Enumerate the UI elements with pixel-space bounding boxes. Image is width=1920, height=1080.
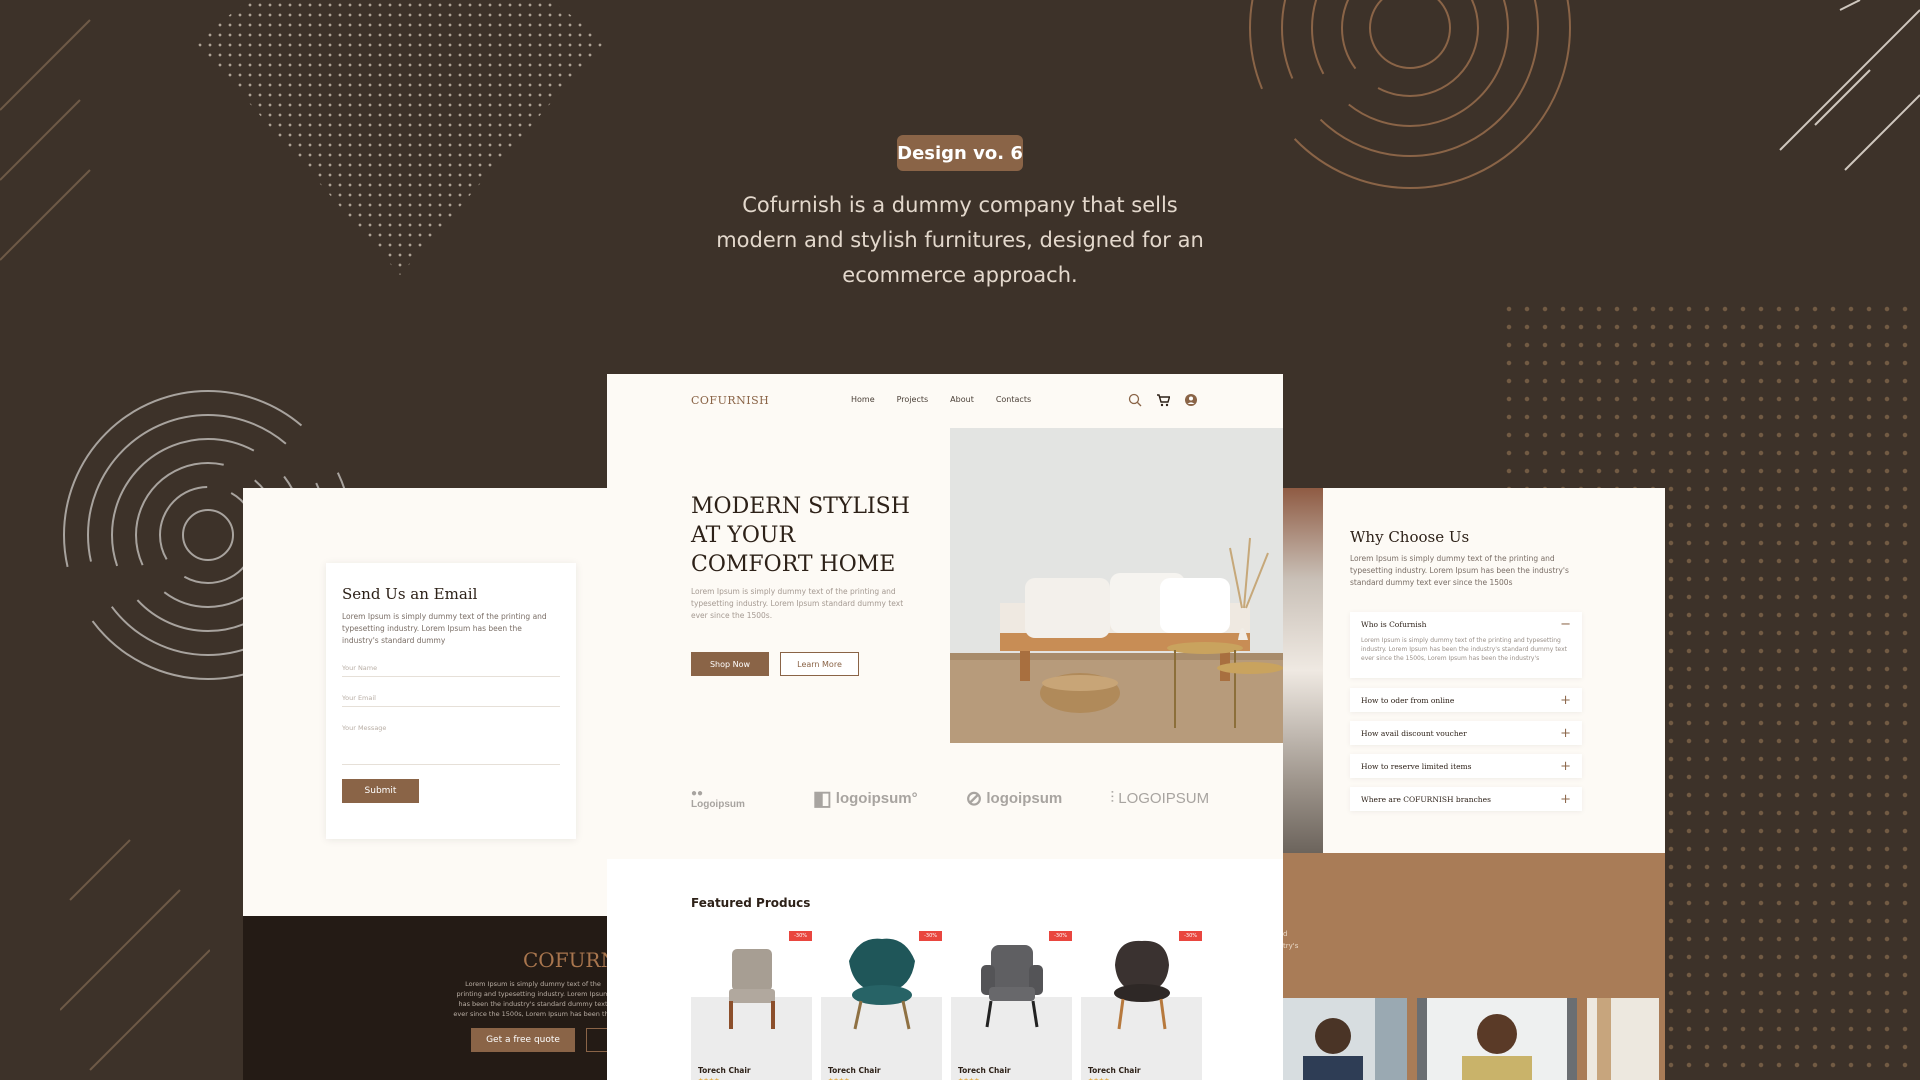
email-field[interactable]: Your Email [342, 691, 560, 707]
dot-pattern-diamond [195, 0, 605, 275]
nav-icons [1126, 391, 1200, 409]
brand-logo[interactable]: COFURNISH [691, 394, 769, 407]
sale-badge: -30% [1049, 931, 1072, 941]
brand-logo-2: ◧ logoipsum° [812, 788, 918, 810]
product-name: Torech Chair [1088, 1066, 1141, 1075]
footer-logo: COFURN [523, 948, 608, 972]
diagonal-lines-bottom-icon [60, 839, 210, 1071]
email-form-card: Send Us an Email Lorem Ipsum is simply d… [326, 563, 576, 839]
minus-icon[interactable]: − [1560, 617, 1571, 632]
chair-image [981, 945, 1043, 1028]
tagline: Cofurnish is a dummy company that sells … [716, 193, 1204, 287]
diagonal-lines-right-icon [1779, 0, 1920, 171]
faq-question: How avail discount voucher [1361, 728, 1467, 738]
nav-projects[interactable]: Projects [897, 395, 929, 404]
team-photo-1 [1283, 998, 1407, 1080]
sale-badge: -30% [1179, 931, 1202, 941]
featured-products-section: Featured Producs -30% Torech Chair ★★★★ [607, 859, 1283, 1080]
hero-subtitle: Lorem Ipsum is simply dummy text of the … [691, 587, 904, 620]
chair-image [849, 938, 915, 1030]
product-name: Torech Chair [698, 1066, 751, 1075]
faq-item-open[interactable]: Who is Cofurnish − Lorem Ipsum is simply … [1350, 612, 1582, 678]
name-field[interactable]: Your Name [342, 661, 560, 677]
product-card[interactable]: -30% Torech Chair ★★★★ [951, 931, 1072, 1080]
hero-sofa-image [950, 428, 1283, 743]
faq-question: Where are COFURNISH branches [1361, 794, 1491, 804]
product-name: Torech Chair [828, 1066, 881, 1075]
diagonal-lines-left-icon [0, 19, 91, 261]
brand-logo-4: ⫶ LOGOIPSUM [1110, 789, 1210, 808]
brand-logo-3: ⊘ logoipsum [965, 788, 1063, 810]
faq-item[interactable]: Where are COFURNISH branches + [1350, 787, 1582, 811]
product-card[interactable]: -30% Torech Chair ★★★★ [1081, 931, 1202, 1080]
footer: COFURN Lorem Ipsum is simply dummy text … [243, 916, 608, 1080]
faq-question: How to oder from online [1361, 695, 1455, 705]
faq-question: Who is Cofurnish [1361, 619, 1427, 629]
product-card[interactable]: -30% Torech Chair ★★★★ [821, 931, 942, 1080]
team-photos [1283, 998, 1659, 1080]
chair-image [729, 949, 775, 1029]
why-choose-text: Lorem Ipsum is simply dummy text of the … [1350, 554, 1569, 587]
nav-about[interactable]: About [950, 395, 974, 404]
product-card[interactable]: -30% Torech Chair ★★★★ [691, 931, 812, 1080]
shop-now-button[interactable]: Shop Now [691, 652, 769, 676]
nav-contacts[interactable]: Contacts [996, 395, 1031, 404]
faq-section: Why Choose Us Lorem Ipsum is simply dumm… [1283, 488, 1665, 853]
search-icon[interactable] [1126, 391, 1144, 409]
concentric-circles-top-icon [1249, 0, 1571, 189]
presentation-canvas: Design vo. 6 Cofurnish is a dummy compan… [0, 0, 1920, 1080]
message-field[interactable]: Your Message [342, 721, 560, 765]
plus-icon[interactable]: + [1560, 726, 1571, 741]
email-form-text: Lorem Ipsum is simply dummy text of the … [342, 612, 547, 645]
why-choose-title: Why Choose Us [1350, 528, 1470, 546]
team-photo-2 [1417, 998, 1577, 1080]
sale-badge: -30% [919, 931, 942, 941]
chair-image [1114, 940, 1170, 1030]
faq-answer: Lorem Ipsum is simply dummy text of the … [1361, 637, 1568, 662]
sale-badge: -30% [789, 931, 812, 941]
get-quote-button[interactable]: Get a free quote [471, 1028, 575, 1052]
user-icon[interactable] [1182, 391, 1200, 409]
cart-icon[interactable] [1154, 391, 1172, 409]
footer-text: Lorem Ipsum is simply dummy text of the … [453, 980, 608, 1018]
brand-logos: ●● Logoipsum ◧ logoipsum° ⊘ logoipsum ⫶ LOGO… [691, 786, 1209, 811]
homepage-mockup: COFURNISH Home Projects About Contacts M… [607, 374, 1283, 1080]
product-grid: -30% Torech Chair ★★★★ -30% Torech Chair… [691, 931, 1202, 1080]
faq-item[interactable]: How to reserve limited items + [1350, 754, 1582, 778]
brand-logo-1: ●● Logoipsum [691, 787, 745, 810]
team-photo-3 [1587, 998, 1659, 1080]
design-version-badge: Design vo. 6 [897, 135, 1023, 171]
faq-item[interactable]: How avail discount voucher + [1350, 721, 1582, 745]
partial-banner-text: d try's [1283, 930, 1299, 950]
plus-icon[interactable]: + [1560, 759, 1571, 774]
learn-more-button[interactable]: Learn More [780, 652, 859, 676]
contact-page-mockup: Send Us an Email Lorem Ipsum is simply d… [243, 488, 608, 1080]
featured-title: Featured Producs [691, 896, 811, 910]
main-nav: Home Projects About Contacts [851, 395, 1031, 404]
submit-button[interactable]: Submit [342, 779, 419, 803]
plus-icon[interactable]: + [1560, 693, 1571, 708]
faq-item[interactable]: How to oder from online + [1350, 688, 1582, 712]
faq-page-mockup: Why Choose Us Lorem Ipsum is simply dumm… [1283, 488, 1665, 1080]
room-photo-strip [1283, 488, 1323, 853]
product-name: Torech Chair [958, 1066, 1011, 1075]
nav-home[interactable]: Home [851, 395, 875, 404]
plus-icon[interactable]: + [1560, 792, 1571, 807]
secondary-footer-button[interactable] [586, 1028, 608, 1052]
email-form-title: Send Us an Email [342, 585, 478, 603]
hero-title: MODERN STYLISH AT YOUR COMFORT HOME [691, 494, 910, 577]
faq-question: How to reserve limited items [1361, 761, 1472, 771]
